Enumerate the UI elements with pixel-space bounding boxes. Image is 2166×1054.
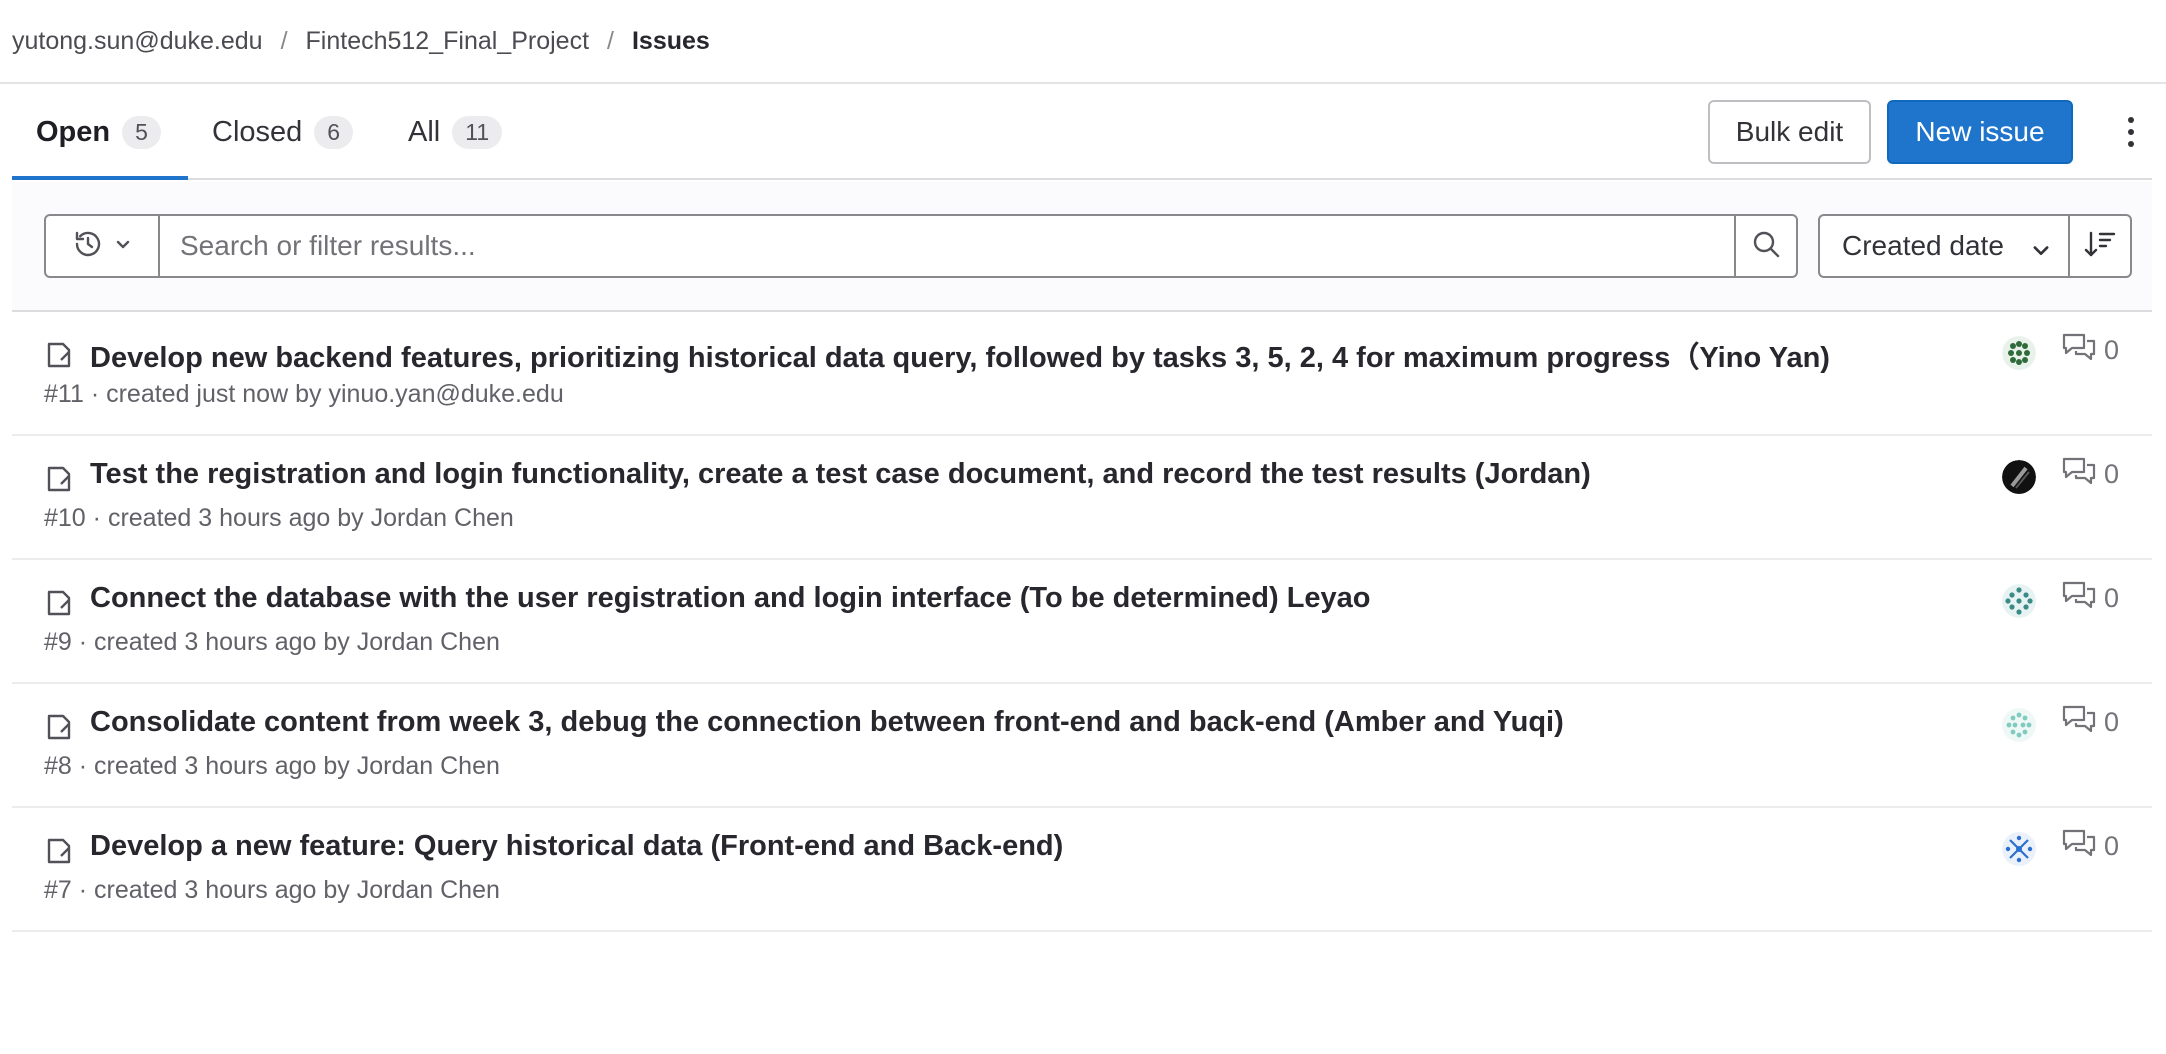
issue-created: created 3 hours ago by (94, 876, 350, 904)
breadcrumb-separator: / (607, 26, 614, 55)
issue-ref: #7 (44, 876, 72, 904)
issue-row[interactable]: Develop a new feature: Query historical … (12, 808, 2152, 932)
meta-dot: · (90, 380, 100, 408)
issue-list: Develop new backend features, prioritizi… (12, 312, 2152, 932)
search-input[interactable] (158, 214, 1738, 278)
issue-row[interactable]: Test the registration and login function… (12, 436, 2152, 560)
issue-ref: #9 (44, 628, 72, 656)
comments-count[interactable]: 0 (2062, 828, 2119, 865)
comments-number: 0 (2104, 459, 2120, 489)
issue-title[interactable]: Develop a new feature: Query historical … (90, 830, 1063, 863)
new-issue-button[interactable]: New issue (1887, 100, 2073, 164)
breadcrumb: yutong.sun@duke.edu / Fintech512_Final_P… (12, 0, 710, 82)
comments-number: 0 (2104, 335, 2120, 365)
tab-open-count: 5 (122, 115, 161, 149)
issue-ref: #8 (44, 752, 72, 780)
sort-direction-button[interactable] (2068, 214, 2132, 278)
comments-number: 0 (2104, 583, 2120, 613)
issue-meta: #8 · created 3 hours ago by Jordan Chen (44, 752, 500, 781)
issue-title[interactable]: Test the registration and login function… (90, 458, 1591, 491)
chevron-down-icon (114, 235, 132, 258)
comments-icon (2062, 332, 2096, 369)
tab-closed-count: 6 (314, 115, 354, 149)
comments-icon (2062, 456, 2096, 493)
issue-created: created 3 hours ago by (107, 504, 364, 532)
tab-all-label: All (408, 115, 441, 148)
breadcrumb-separator: / (280, 26, 288, 55)
comments-icon (2062, 580, 2096, 617)
issue-open-icon (44, 588, 74, 623)
sort-by-label: Created date (1842, 230, 2004, 261)
ellipsis-vertical-icon[interactable] (2116, 100, 2146, 164)
issue-row[interactable]: Connect the database with the user regis… (12, 560, 2152, 684)
assignee-avatar[interactable] (2002, 832, 2036, 866)
meta-dot: · (92, 504, 101, 532)
issue-state-tabs: Open 5 Closed 6 All 11 Bulk edit New iss… (12, 84, 2152, 180)
tab-closed[interactable]: Closed 6 (212, 84, 354, 180)
issue-created: created just now by (106, 380, 322, 408)
meta-dot: · (78, 876, 88, 904)
search-button[interactable] (1734, 214, 1798, 278)
tab-all-count: 11 (452, 115, 503, 149)
comments-icon (2062, 704, 2096, 741)
comments-count[interactable]: 0 (2062, 332, 2119, 369)
issue-meta: #10 · created 3 hours ago by Jordan Chen (44, 504, 514, 533)
issue-row[interactable]: Consolidate content from week 3, debug t… (12, 684, 2152, 808)
history-icon (72, 228, 104, 265)
issue-meta: #9 · created 3 hours ago by Jordan Chen (44, 628, 500, 657)
issue-open-icon (44, 464, 74, 499)
sort-descending-icon (2083, 229, 2117, 264)
issue-author[interactable]: Jordan Chen (357, 876, 500, 904)
comments-count[interactable]: 0 (2062, 580, 2119, 617)
issue-meta: #7 · created 3 hours ago by Jordan Chen (44, 876, 500, 905)
issue-created: created 3 hours ago by (94, 752, 350, 780)
comments-number: 0 (2104, 831, 2120, 861)
assignee-avatar[interactable] (2002, 336, 2036, 370)
comments-number: 0 (2104, 707, 2120, 737)
bulk-edit-button[interactable]: Bulk edit (1708, 100, 1871, 164)
comments-icon (2062, 828, 2096, 865)
comments-count[interactable]: 0 (2062, 704, 2119, 741)
assignee-avatar[interactable] (2002, 708, 2036, 742)
breadcrumb-project[interactable]: Fintech512_Final_Project (306, 27, 590, 56)
issue-title[interactable]: Develop new backend features, prioritizi… (90, 334, 1830, 376)
search-icon (1751, 229, 1781, 264)
issue-row[interactable]: Develop new backend features, prioritizi… (12, 312, 2152, 436)
issue-ref: #10 (44, 504, 86, 532)
filter-bar: Created date (12, 182, 2152, 312)
tab-open-label: Open (36, 115, 111, 148)
tab-closed-label: Closed (212, 115, 303, 148)
comments-count[interactable]: 0 (2062, 456, 2119, 493)
assignee-avatar[interactable] (2002, 460, 2036, 494)
meta-dot: · (78, 752, 88, 780)
assignee-avatar[interactable] (2002, 584, 2036, 618)
breadcrumb-current[interactable]: Issues (632, 27, 710, 56)
issue-author[interactable]: Jordan Chen (357, 752, 500, 780)
issue-open-icon (44, 836, 74, 871)
issue-author[interactable]: Jordan Chen (357, 628, 500, 656)
meta-dot: · (78, 628, 88, 656)
tab-open[interactable]: Open 5 (36, 84, 161, 180)
issue-open-icon (44, 340, 74, 375)
issue-title[interactable]: Connect the database with the user regis… (90, 582, 1371, 615)
tab-all[interactable]: All 11 (408, 84, 503, 180)
recent-searches-button[interactable] (44, 214, 160, 278)
issue-author[interactable]: Jordan Chen (371, 504, 514, 532)
active-tab-indicator (12, 176, 188, 180)
issue-open-icon (44, 712, 74, 747)
issue-ref: #11 (44, 380, 84, 408)
issue-title[interactable]: Consolidate content from week 3, debug t… (90, 706, 1564, 739)
chevron-down-icon (2030, 236, 2052, 268)
sort-by-dropdown[interactable]: Created date (1818, 214, 2070, 278)
issue-meta: #11 · created just now by yinuo.yan@duke… (44, 380, 564, 409)
breadcrumb-user[interactable]: yutong.sun@duke.edu (12, 27, 263, 56)
issue-author[interactable]: yinuo.yan@duke.edu (328, 380, 563, 408)
issue-created: created 3 hours ago by (94, 628, 350, 656)
